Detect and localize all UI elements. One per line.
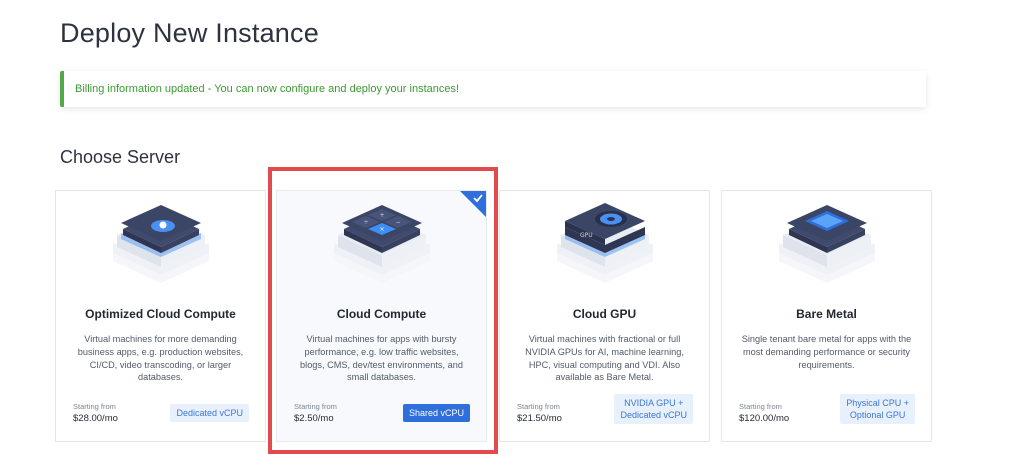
price-value: $120.00/mo: [739, 413, 790, 424]
price-label: Starting from: [73, 402, 116, 411]
badge-line: Shared vCPU: [408, 408, 464, 418]
card-description: Single tenant bare metal for apps with t…: [741, 334, 912, 370]
svg-text:−: −: [395, 219, 400, 226]
svg-text:÷: ÷: [363, 219, 368, 226]
section-title: Choose Server: [60, 147, 181, 167]
cpu-type-badge: NVIDIA GPU + Dedicated vCPU: [614, 394, 693, 424]
card-description: Virtual machines for more demanding busi…: [77, 334, 244, 383]
price-value: $2.50/mo: [294, 413, 334, 424]
page-title: Deploy New Instance: [60, 18, 319, 48]
badge-line: Dedicated vCPU: [176, 408, 243, 418]
card-description: Virtual machines for apps with bursty pe…: [300, 334, 463, 383]
server-card-cloud-compute[interactable]: + − ÷ × Cloud Compute Virtual machines f…: [276, 190, 487, 442]
card-title: Bare Metal: [796, 307, 857, 321]
gpu-server-icon: GPU: [556, 203, 653, 283]
badge-line: NVIDIA GPU +: [624, 398, 684, 408]
cloud-compute-server-icon: + − ÷ ×: [333, 205, 430, 283]
gpu-label: GPU: [580, 232, 593, 239]
cpu-type-badge: Dedicated vCPU: [170, 404, 249, 422]
billing-alert: Billing information updated - You can no…: [60, 71, 926, 107]
badge-line: Physical CPU +: [846, 398, 909, 408]
server-card-optimized-cloud-compute[interactable]: Optimized Cloud Compute Virtual machines…: [55, 190, 266, 442]
card-title: Cloud Compute: [336, 307, 427, 321]
price-label: Starting from: [517, 402, 560, 411]
card-title: Cloud GPU: [572, 307, 637, 321]
svg-text:×: ×: [379, 226, 384, 233]
billing-alert-message: Billing information updated - You can no…: [75, 83, 460, 95]
badge-line: Optional GPU: [849, 410, 906, 420]
server-card-bare-metal[interactable]: Bare Metal Single tenant bare metal for …: [721, 190, 932, 442]
price-value: $21.50/mo: [517, 413, 562, 424]
bare-metal-server-icon: [778, 205, 875, 283]
cpu-type-badge: Physical CPU + Optional GPU: [840, 394, 915, 424]
price-label: Starting from: [294, 402, 337, 411]
badge-line: Dedicated vCPU: [620, 410, 687, 420]
card-title: Optimized Cloud Compute: [85, 307, 236, 321]
price-value: $28.00/mo: [73, 413, 118, 424]
server-card-cloud-gpu[interactable]: GPU Cloud GPU Virtual machines with frac…: [499, 190, 710, 442]
svg-text:+: +: [379, 212, 384, 219]
selected-check-icon: [460, 191, 486, 217]
price-label: Starting from: [739, 402, 782, 411]
optimized-compute-server-icon: [112, 198, 209, 283]
cpu-type-badge: Shared vCPU: [402, 404, 470, 422]
card-description: Virtual machines with fractional or full…: [525, 334, 684, 383]
